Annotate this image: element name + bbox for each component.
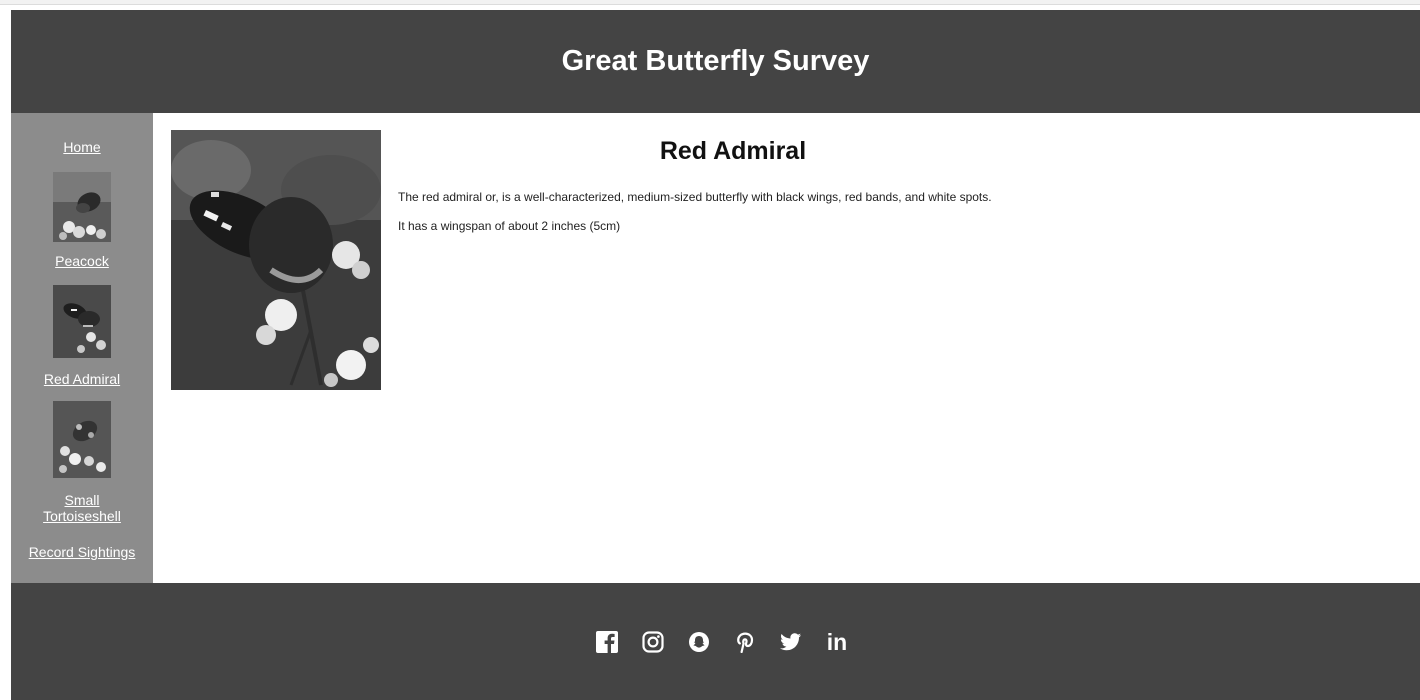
twitter-icon[interactable]	[779, 630, 803, 654]
page-title: Red Admiral	[659, 137, 807, 165]
pinterest-icon[interactable]	[733, 630, 757, 654]
small-tortoiseshell-thumbnail[interactable]	[53, 401, 111, 483]
description-paragraph: The red admiral or, is a well-characteri…	[398, 190, 992, 204]
linkedin-icon-glyph: in	[826, 629, 848, 655]
red-admiral-thumbnail[interactable]	[53, 285, 111, 363]
nav-link-small-tortoiseshell-line2: Tortoiseshell	[43, 508, 121, 524]
nav-link-home[interactable]: Home	[11, 139, 153, 155]
nav-link-small-tortoiseshell[interactable]: Small Tortoiseshell	[11, 492, 153, 524]
social-links: in	[595, 628, 849, 656]
nav-link-record-sightings[interactable]: Record Sightings	[11, 544, 153, 560]
facebook-icon[interactable]	[595, 630, 619, 654]
site-header: Great Butterfly Survey	[11, 10, 1420, 113]
top-border	[0, 0, 1420, 5]
butterfly-photo	[171, 130, 381, 390]
nav-link-peacock[interactable]: Peacock	[11, 253, 153, 269]
red-admiral-thumbnail-image	[53, 285, 111, 358]
nav-link-small-tortoiseshell-line1: Small	[64, 492, 100, 508]
snapchat-icon[interactable]	[687, 630, 711, 654]
wingspan-paragraph: It has a wingspan of about 2 inches (5cm…	[398, 219, 621, 233]
main-content: Red Admiral The red admiral or, is a wel…	[153, 113, 1420, 583]
peacock-thumbnail[interactable]	[53, 172, 111, 247]
instagram-icon[interactable]	[641, 630, 665, 654]
nav-link-red-admiral[interactable]: Red Admiral	[11, 371, 153, 387]
linkedin-icon[interactable]: in	[825, 630, 849, 654]
red-admiral-photo-image	[171, 130, 381, 390]
site-title: Great Butterfly Survey	[561, 45, 870, 77]
peacock-thumbnail-image	[53, 172, 111, 242]
sidebar: Home Peacock Red Admiral Small Tortoises…	[11, 113, 153, 583]
small-tortoiseshell-thumbnail-image	[53, 401, 111, 478]
